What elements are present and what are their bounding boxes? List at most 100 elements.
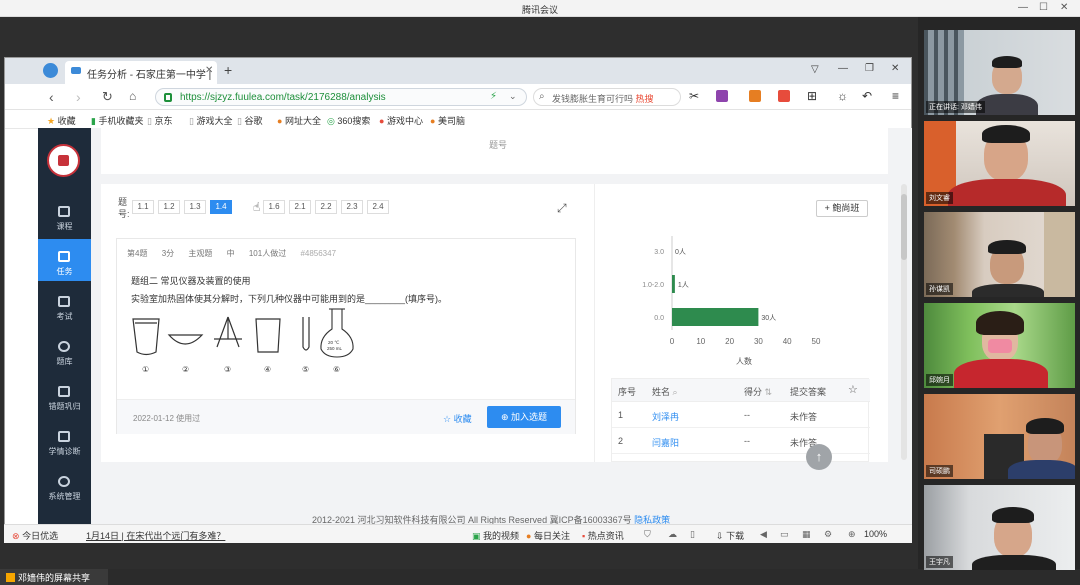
nav-item-task[interactable]: 任务 <box>38 239 91 281</box>
cursor-hand-icon: ☝ <box>253 200 261 214</box>
question-tab[interactable]: 1.4 <box>210 200 232 214</box>
question-tab[interactable]: 1.2 <box>158 200 180 214</box>
status-download[interactable]: ⇩ 下载 <box>716 529 744 542</box>
apparatus-label: ③ <box>224 365 231 374</box>
focus-icon: ● <box>526 531 532 541</box>
student-table: 序号 姓名 ⌕ 得分 ⇅ 提交答案 ☆ 1 刘泽冉 -- 未作答 2 闫嘉阳 -… <box>611 378 870 462</box>
ext-red-icon[interactable] <box>778 90 790 102</box>
browser-tab[interactable]: 任务分析 - 石家庄第一中学 | <box>65 61 217 84</box>
settings-icon[interactable]: ⚙ <box>824 529 832 540</box>
bar-data-label: 1人 <box>678 281 689 289</box>
bookmark-item[interactable]: ▯ 游戏大全 <box>189 114 232 127</box>
menu-icon[interactable]: ≡ <box>892 89 899 103</box>
x-tick-label: 10 <box>696 337 705 346</box>
scrollbar-thumb[interactable] <box>901 194 907 260</box>
nav-item-diagnosis[interactable]: 学情诊断 <box>38 419 91 461</box>
bookmark-item[interactable]: ● 游戏中心 <box>379 114 423 127</box>
question-tab[interactable]: 1.3 <box>184 200 206 214</box>
win-close-icon[interactable]: ✕ <box>891 63 899 74</box>
bookmark-item[interactable]: ● 网址大全 <box>277 114 321 127</box>
back-icon[interactable]: ‹ <box>49 89 54 105</box>
dock-icon[interactable]: ▭ <box>780 529 789 540</box>
back-to-top-button[interactable]: ↑ <box>806 444 832 470</box>
home-icon[interactable]: ⌂ <box>129 89 136 103</box>
cloud-icon[interactable]: ☁ <box>668 529 677 540</box>
star-icon[interactable]: ☆ <box>848 383 858 396</box>
zoom-level[interactable]: 100% <box>864 529 887 539</box>
undo-icon[interactable]: ↶ <box>862 89 872 103</box>
ext-orange-icon[interactable] <box>749 90 761 102</box>
row-name[interactable]: 闫嘉阳 <box>652 436 679 449</box>
participant-video[interactable]: 司硕鹏 <box>924 394 1075 479</box>
bookmark-item[interactable]: ★ 收藏 <box>47 114 76 127</box>
class-filter-button[interactable]: + 鲍尚班 <box>816 200 868 217</box>
scissors-icon[interactable]: ✂ <box>689 89 699 103</box>
win-restore-icon[interactable]: ❐ <box>865 63 874 74</box>
navigation-bar: ‹ › ↻ ⌂ https://sjzyz.fuulea.com/task/21… <box>5 84 911 110</box>
participant-video[interactable]: 邱婉月 <box>924 303 1075 388</box>
y-tick-label: 0.0 <box>654 315 664 322</box>
header-score[interactable]: 得分 ⇅ <box>744 385 772 398</box>
nav-item-course[interactable]: 课程 <box>38 194 91 236</box>
tab-close-icon[interactable]: ✕ <box>205 65 213 76</box>
question-tab[interactable]: 1.1 <box>132 200 154 214</box>
question-tab[interactable]: 2.4 <box>367 200 389 214</box>
download-icon: ⇩ <box>716 531 724 541</box>
favorite-button[interactable]: ☆ 收藏 <box>443 412 472 425</box>
search-input[interactable]: ⌕ 发钱膨胀生育可行吗 热搜 <box>533 88 681 106</box>
apparatus-figure: 20 ℃ 250 mL ① ② ③ ④ ⑤ ⑥ <box>132 308 354 374</box>
news-ticker[interactable]: 1月14日 | 在宋代出个远门有多难？ <box>86 529 225 542</box>
header-index[interactable]: 序号 <box>618 385 636 398</box>
bookmark-item[interactable]: ▯ 京东 <box>147 114 172 127</box>
shirt-icon[interactable]: ▽ <box>811 64 819 75</box>
today-picks[interactable]: ⊗ 今日优选 <box>12 529 58 542</box>
forward-icon[interactable]: › <box>76 89 81 105</box>
nav-item-mistakes[interactable]: 错题巩归 <box>38 374 91 416</box>
expand-icon[interactable]: ⤢ <box>557 201 567 216</box>
question-tab[interactable]: 1.6 <box>263 200 285 214</box>
browser-nav-icon[interactable] <box>43 63 58 78</box>
win-min-icon[interactable]: — <box>838 63 848 74</box>
nav-item-system[interactable]: 系统管理 <box>38 464 91 506</box>
status-hot-news[interactable]: ▪ 热点资讯 <box>582 529 624 542</box>
brightness-icon[interactable]: ☼ <box>837 89 848 103</box>
url-dropdown-icon[interactable]: ⌄ <box>509 91 517 102</box>
ext-purple-icon[interactable] <box>716 90 728 102</box>
reload-icon[interactable]: ↻ <box>102 89 113 105</box>
meeting-title-bar: 腾讯会议 — ☐ ✕ <box>0 0 1080 17</box>
sound-icon[interactable]: ◀ <box>760 529 767 540</box>
participant-video[interactable]: 正在讲话: 邓嫱伟 <box>924 30 1075 115</box>
address-bar[interactable]: https://sjzyz.fuulea.com/task/2176288/an… <box>155 88 527 106</box>
add-to-selection-button[interactable]: ⊕ 加入选题 <box>487 406 561 428</box>
new-tab-icon[interactable]: + <box>224 62 232 78</box>
participant-video[interactable]: 刘文睿 <box>924 121 1075 206</box>
bookmark-item[interactable]: ▮ 手机收藏夹 <box>91 114 143 127</box>
question-tab[interactable]: 2.2 <box>315 200 337 214</box>
row-name[interactable]: 刘泽冉 <box>652 410 679 423</box>
question-tab[interactable]: 2.1 <box>289 200 311 214</box>
crucible-icon <box>255 318 281 353</box>
x-tick-label: 40 <box>783 337 792 346</box>
close-icon[interactable]: ✕ <box>1060 2 1068 13</box>
bookmark-item[interactable]: ▯ 谷歌 <box>237 114 262 127</box>
shield-icon[interactable]: ⛉ <box>644 529 651 540</box>
maximize-icon[interactable]: ☐ <box>1039 2 1048 13</box>
bookmark-item[interactable]: ◎ 360搜索 <box>327 114 370 127</box>
lightning-icon[interactable]: ⚡ <box>490 91 497 102</box>
header-answer[interactable]: 提交答案 <box>790 385 826 398</box>
phone-icon[interactable]: ▯ <box>690 529 695 540</box>
minimize-icon[interactable]: — <box>1018 2 1028 13</box>
question-tab[interactable]: 2.3 <box>341 200 363 214</box>
header-name[interactable]: 姓名 ⌕ <box>652 385 678 398</box>
participant-video[interactable]: 王宇凡 <box>924 485 1075 570</box>
layout-icon[interactable]: ▦ <box>802 529 811 540</box>
status-my-videos[interactable]: ▣ 我的视频 <box>472 529 519 542</box>
nav-item-exam[interactable]: 考试 <box>38 284 91 326</box>
bookmark-item[interactable]: ● 美司脑 <box>430 114 465 127</box>
status-daily-focus[interactable]: ● 每日关注 <box>526 529 570 542</box>
screen-share-label[interactable]: 邓嫱伟的屏幕共享 <box>0 569 108 585</box>
nav-item-bank[interactable]: 题库 <box>38 329 91 371</box>
row-index: 1 <box>618 410 624 420</box>
participant-video[interactable]: 孙谋凯 <box>924 212 1075 297</box>
grid-icon[interactable]: ⊞ <box>807 89 817 103</box>
